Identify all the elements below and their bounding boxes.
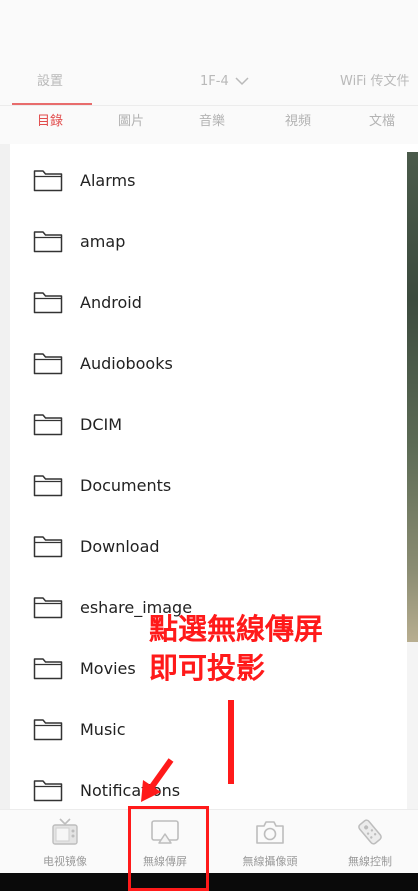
- list-item[interactable]: Download: [10, 516, 407, 577]
- list-item[interactable]: Android: [10, 272, 407, 333]
- folder-icon: [33, 658, 63, 680]
- folder-icon: [33, 475, 63, 497]
- nav-label: 無線控制: [348, 855, 392, 868]
- tab-wifi-transfer[interactable]: WiFi 传文件: [340, 62, 409, 104]
- list-item[interactable]: Music: [10, 699, 407, 760]
- tab-directory[interactable]: 目錄: [37, 106, 63, 144]
- annotation-text: 點選無線傳屏 即可投影: [149, 610, 323, 688]
- list-item[interactable]: Audiobooks: [10, 333, 407, 394]
- folder-icon: [33, 414, 63, 436]
- annotation-highlight-box: [128, 806, 209, 891]
- folder-icon: [33, 231, 63, 253]
- file-name: amap: [80, 232, 126, 251]
- remote-control-icon: [358, 819, 382, 845]
- file-list: Alarms amap Android Audiobooks DCIM Docu…: [10, 150, 407, 824]
- nav-tv-mirror[interactable]: 电视镜像: [15, 817, 115, 873]
- file-name: Documents: [80, 476, 172, 495]
- tab-video[interactable]: 視頻: [285, 106, 311, 144]
- right-edge: [407, 642, 418, 824]
- folder-icon: [33, 292, 63, 314]
- file-name: Audiobooks: [80, 354, 173, 373]
- file-name: Android: [80, 293, 142, 312]
- folder-icon: [33, 719, 63, 741]
- nav-wireless-camera[interactable]: 無線攝像頭: [220, 817, 320, 873]
- tv-icon: [52, 818, 78, 845]
- folder-icon: [33, 536, 63, 558]
- annotation-line-2: 即可投影: [149, 651, 266, 685]
- divider: [0, 809, 418, 810]
- annotation-line-1: 點選無線傳屏: [149, 612, 324, 646]
- folder-icon: [33, 353, 63, 375]
- file-name: Movies: [80, 659, 136, 678]
- list-item[interactable]: Alarms: [10, 150, 407, 211]
- tab-music[interactable]: 音樂: [199, 106, 225, 144]
- nav-wireless-control[interactable]: 無線控制: [320, 817, 418, 873]
- bottom-nav: 电视镜像 無線傳屏 無線攝像頭 無線控制: [0, 809, 418, 873]
- top-tab-bar: 設置 1F-4 WiFi 传文件: [0, 62, 418, 106]
- nav-label: 电视镜像: [43, 855, 87, 868]
- list-item[interactable]: DCIM: [10, 394, 407, 455]
- file-name: Music: [80, 720, 126, 739]
- tab-pictures[interactable]: 圖片: [118, 106, 144, 144]
- device-selector[interactable]: 1F-4: [200, 62, 249, 104]
- folder-icon: [33, 780, 63, 802]
- status-bar-area: [0, 0, 418, 62]
- left-edge: [0, 144, 10, 824]
- folder-icon: [33, 170, 63, 192]
- nav-label: 無線攝像頭: [242, 855, 298, 868]
- system-nav-bar: [0, 873, 418, 891]
- device-selector-label: 1F-4: [200, 74, 229, 89]
- tab-settings[interactable]: 設置: [37, 62, 63, 104]
- folder-icon: [33, 597, 63, 619]
- sub-tab-bar: 目錄 圖片 音樂 視頻 文檔: [0, 106, 418, 144]
- tab-documents[interactable]: 文檔: [369, 106, 395, 144]
- camera-icon: [256, 821, 284, 844]
- file-name: Download: [80, 537, 160, 556]
- file-name: DCIM: [80, 415, 123, 434]
- annotation-arrow-icon: [141, 758, 174, 802]
- file-name: Alarms: [80, 171, 136, 190]
- chevron-down-icon: [235, 77, 249, 86]
- list-item[interactable]: Documents: [10, 455, 407, 516]
- annotation-line: [228, 700, 234, 784]
- background-photo: [407, 152, 418, 642]
- list-item[interactable]: amap: [10, 211, 407, 272]
